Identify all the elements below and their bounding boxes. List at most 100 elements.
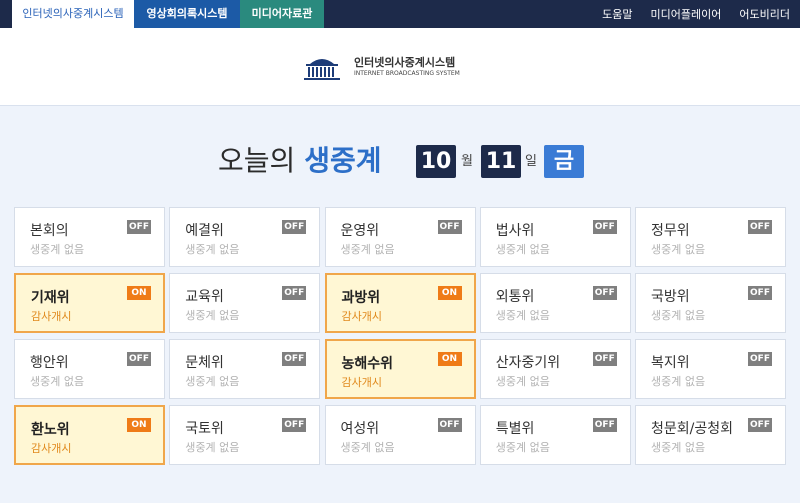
committee-status: 생중계 없음 xyxy=(651,375,706,388)
live-status-badge: ON xyxy=(127,418,151,432)
committee-name: 외통위 xyxy=(495,289,535,305)
live-status-badge: OFF xyxy=(127,220,151,234)
live-status-badge: OFF xyxy=(748,418,772,432)
committee-status: 생중계 없음 xyxy=(495,375,550,388)
live-status-badge: ON xyxy=(437,352,462,366)
live-status-badge: OFF xyxy=(282,286,307,300)
national-assembly-logo-icon xyxy=(304,59,340,80)
committee-status: 생중계 없음 xyxy=(651,243,706,256)
live-status-badge: OFF xyxy=(437,418,462,432)
today-live-title: 오늘의 생중계 10 월 11 일 금 xyxy=(0,142,800,182)
utility-links: 도움말 미디어플레이어 어도비리더 xyxy=(602,0,790,28)
committee-name: 법사위 xyxy=(495,223,535,239)
committee-card[interactable]: 예결위생중계 없음 OFF xyxy=(169,207,321,267)
live-status-badge: OFF xyxy=(748,220,772,234)
committee-status: 생중계 없음 xyxy=(495,309,550,322)
date-day: 11 xyxy=(481,145,521,178)
top-navigation-bar: 인터넷의사중계시스템 영상회의록시스템 미디어자료관 도움말 미디어플레이어 어… xyxy=(0,0,800,28)
title-prefix: 오늘의 xyxy=(218,144,305,177)
live-status-badge: ON xyxy=(127,286,151,300)
committee-status: 감사개시 xyxy=(341,310,382,323)
committee-status: 생중계 없음 xyxy=(185,243,240,256)
committee-status: 생중계 없음 xyxy=(651,441,706,454)
committee-status: 생중계 없음 xyxy=(495,243,550,256)
committee-name: 예결위 xyxy=(185,223,224,239)
committee-status: 생중계 없음 xyxy=(185,309,240,322)
committee-status: 생중계 없음 xyxy=(30,243,85,256)
live-status-badge: ON xyxy=(437,286,462,300)
live-status-badge: OFF xyxy=(592,220,617,234)
page-title: 오늘의 생중계 xyxy=(218,142,381,180)
committee-name: 여성위 xyxy=(340,421,380,437)
committee-name: 정무위 xyxy=(651,223,690,239)
committee-name: 국토위 xyxy=(185,421,224,437)
media-player-link[interactable]: 미디어플레이어 xyxy=(651,6,722,22)
committee-status: 생중계 없음 xyxy=(30,375,85,388)
committee-card[interactable]: 여성위 생중계 없음 OFF xyxy=(324,405,476,465)
committee-card[interactable]: 본회의생중계 없음 OFF xyxy=(14,207,165,267)
committee-status: 생중계 없음 xyxy=(340,243,395,256)
day-unit: 일 xyxy=(525,154,537,169)
committee-card[interactable]: 국방위생중계 없음 OFF xyxy=(635,273,786,333)
title-accent: 생중계 xyxy=(304,144,382,177)
live-status-badge: OFF xyxy=(437,220,462,234)
adobe-reader-link[interactable]: 어도비리더 xyxy=(739,6,790,22)
committee-name: 복지위 xyxy=(651,355,690,371)
committee-card[interactable]: 특별위생중계 없음 OFF xyxy=(479,405,631,465)
month-unit: 월 xyxy=(461,154,473,169)
committee-card[interactable]: 교육위생중계 없음 OFF xyxy=(169,273,321,333)
committee-status: 생중계 없음 xyxy=(185,441,240,454)
committee-card[interactable]: 정무위생중계 없음 OFF xyxy=(635,207,786,267)
committee-name: 교육위 xyxy=(185,289,224,305)
committee-grid: 본회의 생중계 없음 OFF 예결위 생중계 없음 OFF 운영위 생중계 없음 OFF 법사위 생… xyxy=(14,207,786,467)
committee-card[interactable]: 기재위감사개시 ON xyxy=(14,273,165,333)
committee-card[interactable]: 과방위감사개시 ON xyxy=(324,273,476,333)
committee-name: 청문회/공청회 xyxy=(651,421,733,437)
committee-name: 문체위 xyxy=(185,355,224,371)
committee-card[interactable]: 청문회/공청회생중계 없음 OFF xyxy=(635,405,786,465)
committee-card[interactable]: 운영위 생중계 없음 OFF xyxy=(324,207,476,267)
site-logo[interactable]: 인터넷의사중계시스템 INTERNET BROADCASTING SYSTEM xyxy=(298,52,460,82)
live-status-badge: OFF xyxy=(282,418,307,432)
site-header: 인터넷의사중계시스템 INTERNET BROADCASTING SYSTEM xyxy=(0,28,800,106)
committee-name: 국방위 xyxy=(651,289,690,305)
tab-video-minutes[interactable]: 영상회의록시스템 xyxy=(134,0,240,28)
committee-card[interactable]: 행안위생중계 없음 OFF xyxy=(14,339,165,399)
committee-status: 생중계 없음 xyxy=(185,375,240,388)
live-status-badge: OFF xyxy=(592,286,617,300)
committee-name: 기재위 xyxy=(31,290,70,306)
committee-card[interactable]: 외통위생중계 없음 OFF xyxy=(479,273,631,333)
committee-name: 환노위 xyxy=(31,422,70,438)
live-status-badge: OFF xyxy=(282,352,307,366)
committee-card[interactable]: 복지위생중계 없음 OFF xyxy=(635,339,786,399)
committee-status: 감사개시 xyxy=(31,442,72,455)
committee-status: 감사개시 xyxy=(31,310,72,323)
committee-name: 행안위 xyxy=(30,355,69,371)
live-status-badge: OFF xyxy=(748,286,772,300)
help-link[interactable]: 도움말 xyxy=(602,6,632,22)
date-month: 10 xyxy=(416,145,456,178)
committee-card[interactable]: 산자중기위 생중계 없음 OFF xyxy=(479,339,631,399)
tab-media-archive[interactable]: 미디어자료관 xyxy=(240,0,324,28)
committee-status: 감사개시 xyxy=(341,376,382,389)
committee-status: 생중계 없음 xyxy=(495,441,550,454)
logo-title-korean: 인터넷의사중계시스템 xyxy=(354,56,456,69)
committee-name: 과방위 xyxy=(341,290,381,306)
live-status-badge: OFF xyxy=(748,352,772,366)
committee-name: 특별위 xyxy=(495,421,535,437)
tab-internet-broadcast[interactable]: 인터넷의사중계시스템 xyxy=(12,0,134,28)
committee-name: 산자중기위 xyxy=(495,355,561,371)
live-status-badge: OFF xyxy=(127,352,151,366)
committee-card[interactable]: 환노위감사개시 ON xyxy=(14,405,165,465)
committee-name: 농해수위 xyxy=(341,356,394,372)
committee-card[interactable]: 법사위생중계 없음 OFF xyxy=(479,207,631,267)
committee-card[interactable]: 농해수위감사개시 ON xyxy=(324,339,476,399)
date-weekday: 금 xyxy=(544,145,584,178)
live-status-badge: OFF xyxy=(282,220,307,234)
live-status-badge: OFF xyxy=(592,418,617,432)
logo-title-english: INTERNET BROADCASTING SYSTEM xyxy=(354,70,460,77)
committee-name: 본회의 xyxy=(30,223,69,239)
committee-status: 생중계 없음 xyxy=(651,309,706,322)
committee-card[interactable]: 국토위생중계 없음 OFF xyxy=(169,405,321,465)
committee-card[interactable]: 문체위생중계 없음 OFF xyxy=(169,339,321,399)
